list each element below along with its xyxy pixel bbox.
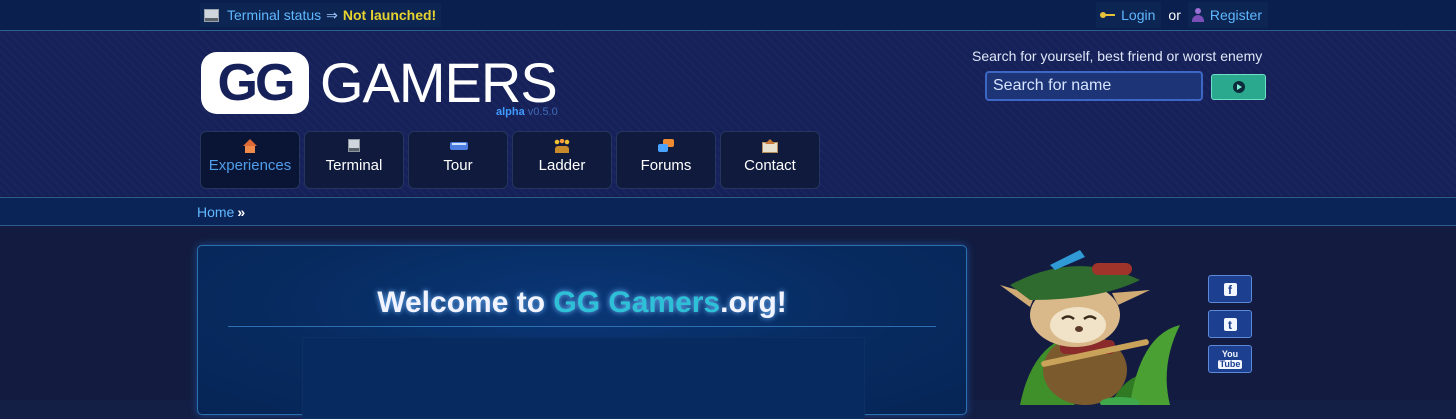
terminal-status: Terminal status ⇒ Not launched! bbox=[200, 3, 442, 27]
or-text: or bbox=[1168, 7, 1181, 23]
arrow-icon: ⇒ bbox=[326, 6, 338, 23]
search-caption: Search for yourself, best friend or wors… bbox=[972, 48, 1263, 64]
terminal-icon bbox=[204, 8, 219, 22]
welcome-highlight: GG Gamers bbox=[553, 286, 721, 319]
facebook-button[interactable]: f bbox=[1208, 275, 1252, 303]
nav-tour[interactable]: Tour bbox=[408, 131, 508, 189]
bus-icon bbox=[450, 139, 468, 153]
terminal-icon bbox=[346, 139, 362, 153]
youtube-tube: Tube bbox=[1217, 358, 1243, 369]
mascot-ear bbox=[1112, 290, 1150, 305]
nav-label: Tour bbox=[443, 157, 473, 174]
key-icon bbox=[1100, 11, 1116, 19]
arrow-right-icon bbox=[1232, 81, 1245, 93]
search-button[interactable] bbox=[1211, 74, 1266, 100]
nav-label: Experiences bbox=[208, 157, 292, 174]
nav-label: Terminal bbox=[325, 157, 383, 174]
welcome-heading: Welcome to GG Gamers.org! bbox=[198, 286, 966, 320]
breadcrumb-bar: Home» bbox=[0, 197, 1456, 226]
login-box: Login bbox=[1096, 2, 1162, 28]
youtube-you: You bbox=[1221, 348, 1239, 359]
terminal-status-label: Terminal status bbox=[227, 7, 322, 23]
chat-icon bbox=[658, 139, 674, 153]
nav-label: Contact bbox=[744, 157, 796, 174]
people-icon bbox=[554, 139, 570, 153]
search-input[interactable] bbox=[985, 71, 1203, 101]
login-link[interactable]: Login bbox=[1121, 7, 1155, 23]
nav-contact[interactable]: Contact bbox=[720, 131, 820, 189]
terminal-status-value: Not launched! bbox=[342, 7, 437, 23]
nav-terminal[interactable]: Terminal bbox=[304, 131, 404, 189]
welcome-suffix: .org! bbox=[720, 286, 787, 319]
heading-divider bbox=[228, 326, 936, 327]
nav-label: Forums bbox=[640, 157, 692, 174]
welcome-panel: Welcome to GG Gamers.org! bbox=[197, 245, 967, 419]
version-label: alpha v0.5.0 bbox=[496, 106, 558, 118]
breadcrumb-separator: » bbox=[237, 204, 246, 220]
nav-ladder[interactable]: Ladder bbox=[512, 131, 612, 189]
top-bar: Terminal status ⇒ Not launched! Login or… bbox=[0, 0, 1456, 31]
breadcrumb: Home» bbox=[197, 204, 245, 220]
youtube-button[interactable]: You Tube bbox=[1208, 345, 1252, 373]
youtube-icon: You Tube bbox=[1217, 348, 1243, 369]
social-links: f t You Tube bbox=[1208, 275, 1252, 380]
mascot-face bbox=[1050, 307, 1106, 343]
video-player[interactable] bbox=[302, 337, 865, 419]
register-box: Register bbox=[1187, 2, 1268, 28]
nav-experiences[interactable]: Experiences bbox=[200, 131, 300, 189]
mail-icon bbox=[762, 139, 778, 153]
facebook-icon: f bbox=[1223, 282, 1237, 297]
welcome-prefix: Welcome to bbox=[377, 286, 554, 319]
nav-label: Ladder bbox=[538, 157, 586, 174]
mascot-image bbox=[1000, 250, 1180, 405]
main-nav: Experiences Terminal Tour Ladder Forums … bbox=[200, 131, 820, 189]
twitter-button[interactable]: t bbox=[1208, 310, 1252, 338]
auth-links: Login or Register bbox=[1096, 2, 1268, 28]
mascot-leaves bbox=[1130, 325, 1180, 405]
version-number: v0.5.0 bbox=[527, 106, 558, 118]
register-link[interactable]: Register bbox=[1210, 7, 1262, 23]
home-icon bbox=[242, 139, 258, 153]
user-icon bbox=[1191, 8, 1204, 22]
mascot-nose bbox=[1075, 326, 1083, 332]
mascot-goggles bbox=[1092, 263, 1132, 275]
breadcrumb-home[interactable]: Home bbox=[197, 204, 234, 220]
twitter-icon: t bbox=[1223, 317, 1237, 332]
version-alpha: alpha bbox=[496, 106, 525, 118]
nav-forums[interactable]: Forums bbox=[616, 131, 716, 189]
logo-gg: GG bbox=[201, 52, 309, 114]
